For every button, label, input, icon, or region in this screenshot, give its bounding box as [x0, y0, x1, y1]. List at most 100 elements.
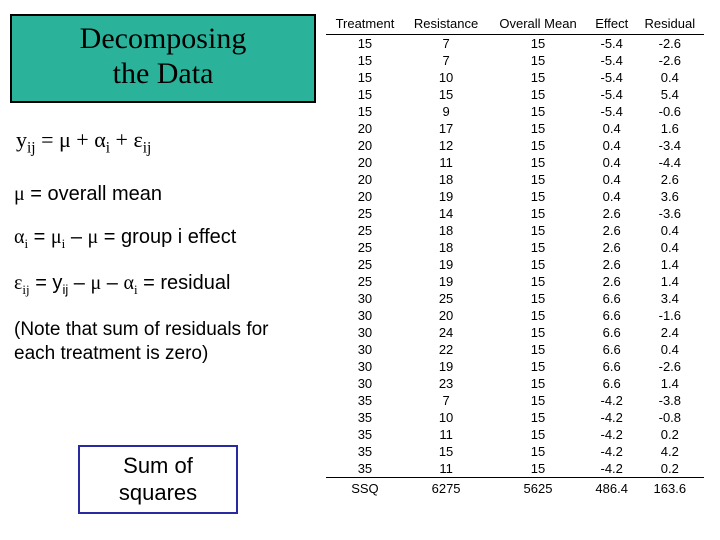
table-cell: 15: [488, 69, 588, 86]
table-cell: -5.4: [588, 35, 636, 53]
table-cell: 15: [488, 307, 588, 324]
definitions: μ = overall mean αi = μi – μ = group i e…: [14, 183, 316, 298]
eqn-plus2: +: [110, 127, 133, 152]
table-cell: 0.2: [636, 460, 704, 478]
table-cell: 35: [326, 392, 404, 409]
table-cell: 20: [326, 137, 404, 154]
table-cell: -3.4: [636, 137, 704, 154]
table-row: 3023156.61.4: [326, 375, 704, 392]
ssq-cell: 163.6: [636, 478, 704, 498]
table-cell: 18: [404, 171, 488, 188]
table-cell: 20: [326, 188, 404, 205]
table-cell: 15: [488, 341, 588, 358]
table-cell: 19: [404, 273, 488, 290]
table-cell: 10: [404, 69, 488, 86]
def-alpha-sym: α: [14, 226, 24, 248]
table-cell: 15: [326, 103, 404, 120]
table-row: 15715-5.4-2.6: [326, 35, 704, 53]
def-mu: μ = overall mean: [14, 183, 316, 206]
table-cell: 1.4: [636, 273, 704, 290]
table-cell: 15: [488, 188, 588, 205]
table-cell: -4.2: [588, 460, 636, 478]
table-cell: 6.6: [588, 375, 636, 392]
table-cell: 0.4: [636, 341, 704, 358]
ssq-line1: Sum of: [123, 453, 193, 478]
table-cell: 20: [326, 154, 404, 171]
table-cell: 30: [326, 324, 404, 341]
def-alpha-minus: –: [65, 226, 87, 248]
table-row: 2019150.43.6: [326, 188, 704, 205]
table-cell: 2.6: [588, 222, 636, 239]
table-cell: 15: [488, 171, 588, 188]
table-cell: 2.6: [636, 171, 704, 188]
table-cell: 15: [488, 426, 588, 443]
table-cell: 1.4: [636, 375, 704, 392]
table-cell: 6.6: [588, 290, 636, 307]
table-cell: 30: [326, 358, 404, 375]
table-cell: 15: [488, 392, 588, 409]
table-cell: 23: [404, 375, 488, 392]
table-cell: 30: [326, 290, 404, 307]
def-alpha: αi = μi – μ = group i effect: [14, 226, 316, 252]
table-cell: 20: [326, 171, 404, 188]
table-cell: 25: [326, 239, 404, 256]
table-cell: 7: [404, 35, 488, 53]
table-row: 351115-4.20.2: [326, 460, 704, 478]
table-row: 2011150.4-4.4: [326, 154, 704, 171]
table-cell: 7: [404, 52, 488, 69]
table-row: 2519152.61.4: [326, 256, 704, 273]
table-cell: -5.4: [588, 103, 636, 120]
table-cell: 15: [488, 154, 588, 171]
data-table: Treatment Resistance Overall Mean Effect…: [326, 14, 704, 497]
table-cell: 2.6: [588, 239, 636, 256]
def-alpha-rest: = group i effect: [98, 226, 236, 248]
table-cell: 19: [404, 188, 488, 205]
table-cell: 20: [326, 120, 404, 137]
table-cell: 22: [404, 341, 488, 358]
note-line1: (Note that sum of residuals for: [14, 319, 269, 340]
table-cell: 25: [326, 256, 404, 273]
table-cell: 35: [326, 426, 404, 443]
table-cell: -4.2: [588, 443, 636, 460]
title-line2: the Data: [113, 57, 214, 90]
table-cell: 2.6: [588, 273, 636, 290]
table-cell: 6.6: [588, 307, 636, 324]
table-row: 3020156.6-1.6: [326, 307, 704, 324]
table-cell: 15: [488, 35, 588, 53]
table-row: 35715-4.2-3.8: [326, 392, 704, 409]
table-row: 2518152.60.4: [326, 222, 704, 239]
ssq-cell: 5625: [488, 478, 588, 498]
table-cell: 0.2: [636, 426, 704, 443]
table-cell: 0.4: [588, 188, 636, 205]
def-eps-mu: μ: [90, 272, 101, 294]
table-cell: 14: [404, 205, 488, 222]
table-cell: 3.4: [636, 290, 704, 307]
table-cell: 15: [488, 409, 588, 426]
table-cell: 15: [326, 35, 404, 53]
table-cell: 15: [404, 443, 488, 460]
table-cell: 15: [488, 120, 588, 137]
table-cell: 15: [326, 52, 404, 69]
table-cell: 15: [488, 137, 588, 154]
note-line2: each treatment is zero): [14, 343, 208, 364]
title-line1: Decomposing: [80, 22, 247, 55]
table-row: 3024156.62.4: [326, 324, 704, 341]
header-row: Treatment Resistance Overall Mean Effect…: [326, 14, 704, 35]
table-cell: 6.6: [588, 341, 636, 358]
table-cell: 1.4: [636, 256, 704, 273]
table-cell: 11: [404, 460, 488, 478]
table-cell: 30: [326, 375, 404, 392]
table-cell: 10: [404, 409, 488, 426]
table-cell: 15: [326, 86, 404, 103]
table-cell: -4.2: [588, 426, 636, 443]
table-row: 2519152.61.4: [326, 273, 704, 290]
table-cell: -1.6: [636, 307, 704, 324]
table-cell: 3.6: [636, 188, 704, 205]
table-cell: -0.8: [636, 409, 704, 426]
def-mu2: μ: [88, 226, 99, 248]
table-cell: 20: [404, 307, 488, 324]
table-cell: 15: [488, 290, 588, 307]
table-cell: 15: [488, 460, 588, 478]
table-row: 351015-4.2-0.8: [326, 409, 704, 426]
table-cell: -5.4: [588, 69, 636, 86]
